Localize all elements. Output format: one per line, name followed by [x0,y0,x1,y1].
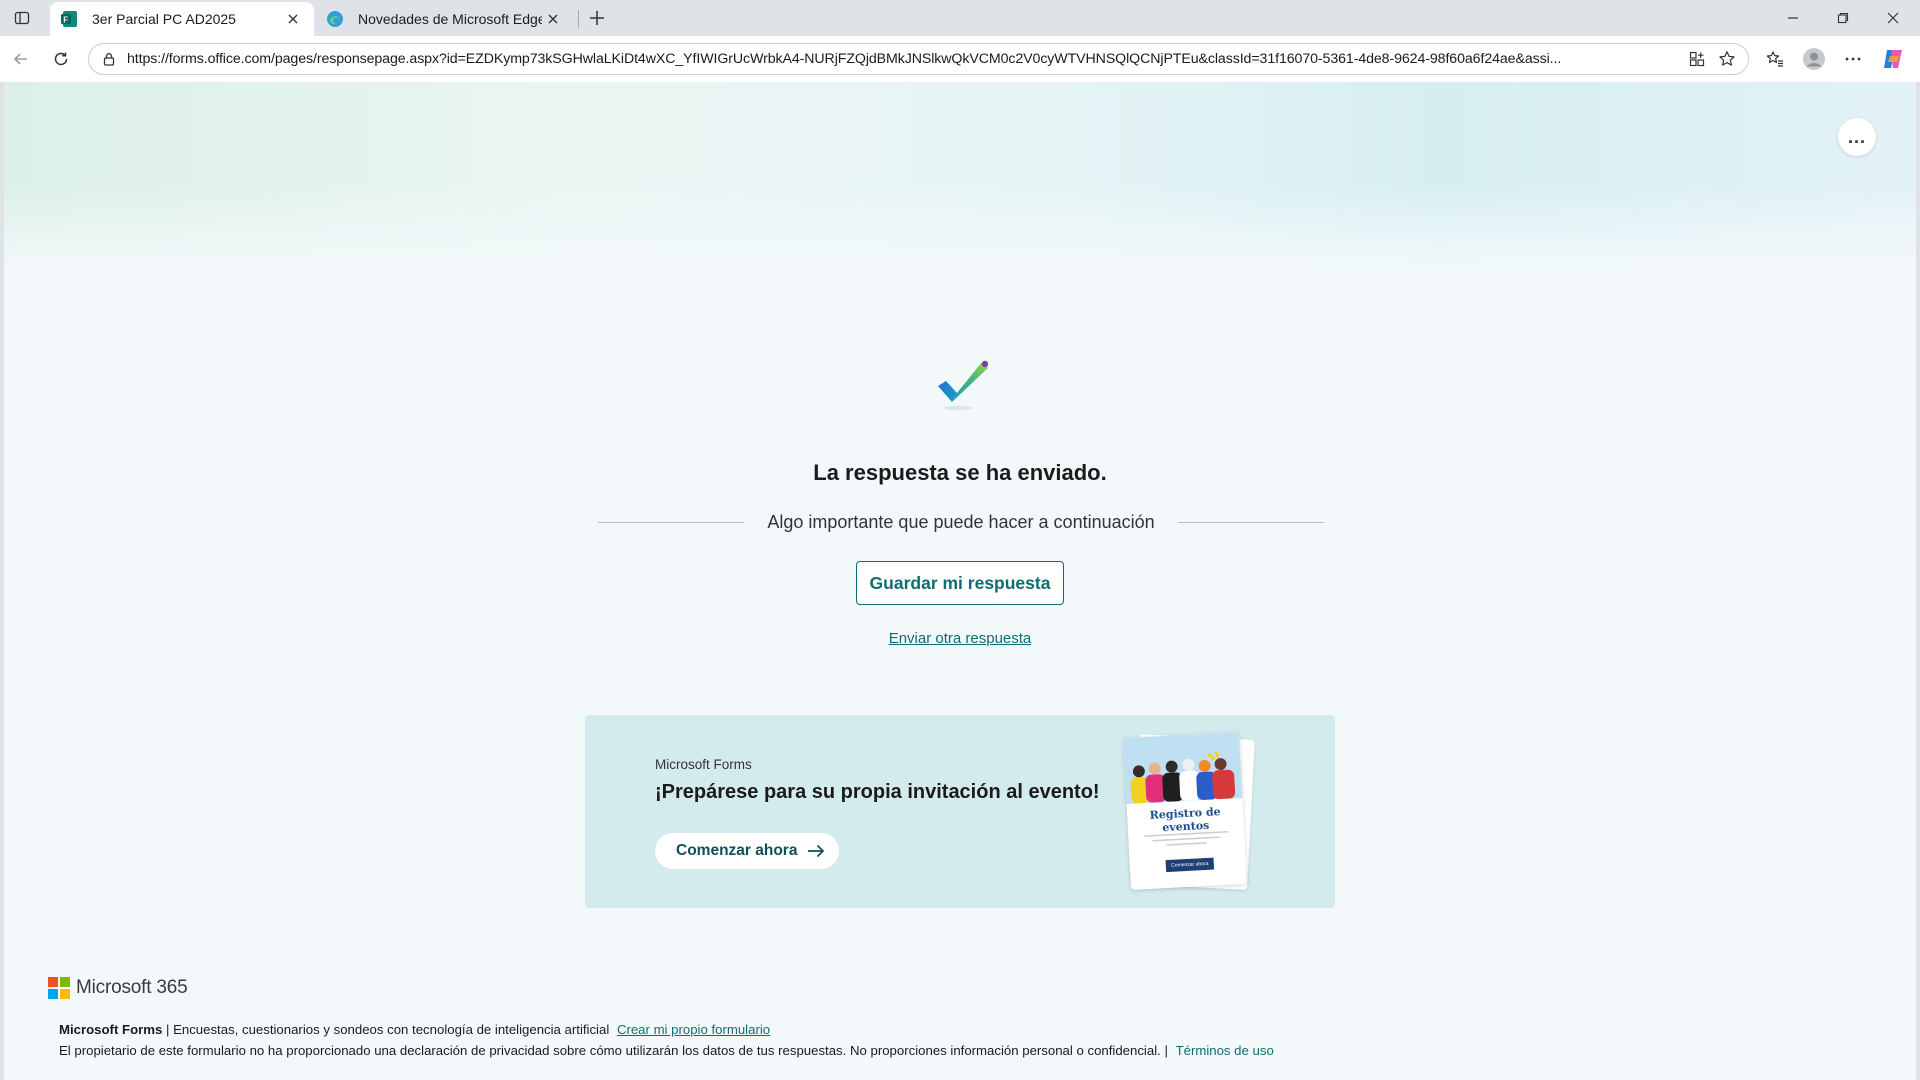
tab-actions-icon[interactable] [8,6,36,30]
footer-product-name: Microsoft Forms [59,1022,163,1037]
tab-edge-news[interactable]: Novedades de Microsoft Edge [316,2,574,36]
event-card: Registro de eventos Comenzar ahora [1123,732,1247,890]
footer-privacy-line: El propietario de este formulario no ha … [59,1043,1274,1058]
microsoft-logo-icon [48,977,70,999]
tab-separator [578,10,579,28]
favorite-star-icon[interactable] [1712,44,1742,74]
close-tab-icon[interactable] [282,8,304,30]
card-start-button: Comenzar ahora [1165,857,1215,873]
header-fade [4,182,1916,272]
start-now-label: Comenzar ahora [676,842,798,859]
submit-another-link[interactable]: Enviar otra respuesta [889,630,1032,647]
promo-headline: ¡Prepárese para su propia invitación al … [655,781,1100,803]
divider-line [1178,521,1324,523]
people-illustration [1123,732,1243,805]
app-available-icon[interactable] [1682,44,1712,74]
start-now-button[interactable]: Comenzar ahora [655,833,839,869]
tab-title: Novedades de Microsoft Edge [358,11,542,27]
forms-page: ... La respuesta se ha enviado. Algo imp… [4,82,1916,1080]
browser-toolbar: https://forms.office.com/pages/responsep… [0,36,1920,82]
url-text[interactable]: https://forms.office.com/pages/responsep… [127,51,1682,67]
event-registration-illustration: Registro de eventos Comenzar ahora [1123,732,1255,891]
back-icon[interactable] [6,44,36,74]
next-steps-divider: Algo importante que puede hacer a contin… [598,510,1324,534]
favorites-icon[interactable] [1760,44,1790,74]
new-tab-icon[interactable] [584,5,610,31]
tab-strip: F 3er Parcial PC AD2025 Novedades de Mic… [0,0,1920,36]
edge-icon [326,10,344,28]
copilot-icon[interactable] [1878,44,1908,74]
settings-more-icon[interactable] [1838,44,1868,74]
address-bar[interactable]: https://forms.office.com/pages/responsep… [88,43,1749,75]
tab-forms[interactable]: F 3er Parcial PC AD2025 [50,2,314,36]
card-text-lines [1144,829,1229,847]
svg-text:F: F [63,16,68,25]
forms-icon: F [60,10,78,28]
brand-name: Microsoft 365 [76,977,188,998]
close-tab-icon[interactable] [542,8,564,30]
submit-another-row: Enviar otra respuesta [4,630,1916,647]
arrow-right-icon [807,842,825,860]
lock-icon[interactable] [101,51,117,67]
checkmark-icon [930,354,996,414]
promo-eyebrow: Microsoft Forms [655,757,752,772]
promo-card: Microsoft Forms ¡Prepárese para su propi… [585,715,1335,908]
create-form-link[interactable]: Crear mi propio formulario [617,1022,770,1037]
divider-line [598,521,744,523]
refresh-icon[interactable] [46,44,76,74]
save-response-button[interactable]: Guardar mi respuesta [856,561,1064,605]
footer-tagline: | Encuestas, cuestionarios y sondeos con… [165,1022,610,1037]
terms-of-use-link[interactable]: Términos de uso [1176,1043,1274,1058]
profile-avatar-icon[interactable] [1799,44,1829,74]
more-options-icon: ... [1847,126,1866,147]
close-window-icon[interactable] [1870,0,1916,36]
more-options-button[interactable]: ... [1838,118,1876,156]
privacy-disclaimer: El propietario de este formulario no ha … [59,1043,1168,1058]
restore-icon[interactable] [1820,0,1866,36]
next-steps-text: Algo importante que puede hacer a contin… [767,511,1155,532]
confirmation-title: La respuesta se ha enviado. [813,460,1107,485]
footer-product-line: Microsoft Forms | Encuestas, cuestionari… [59,1022,770,1037]
minimize-icon[interactable] [1770,0,1816,36]
microsoft-365-logo: Microsoft 365 [48,975,188,1001]
tab-title: 3er Parcial PC AD2025 [92,11,236,27]
